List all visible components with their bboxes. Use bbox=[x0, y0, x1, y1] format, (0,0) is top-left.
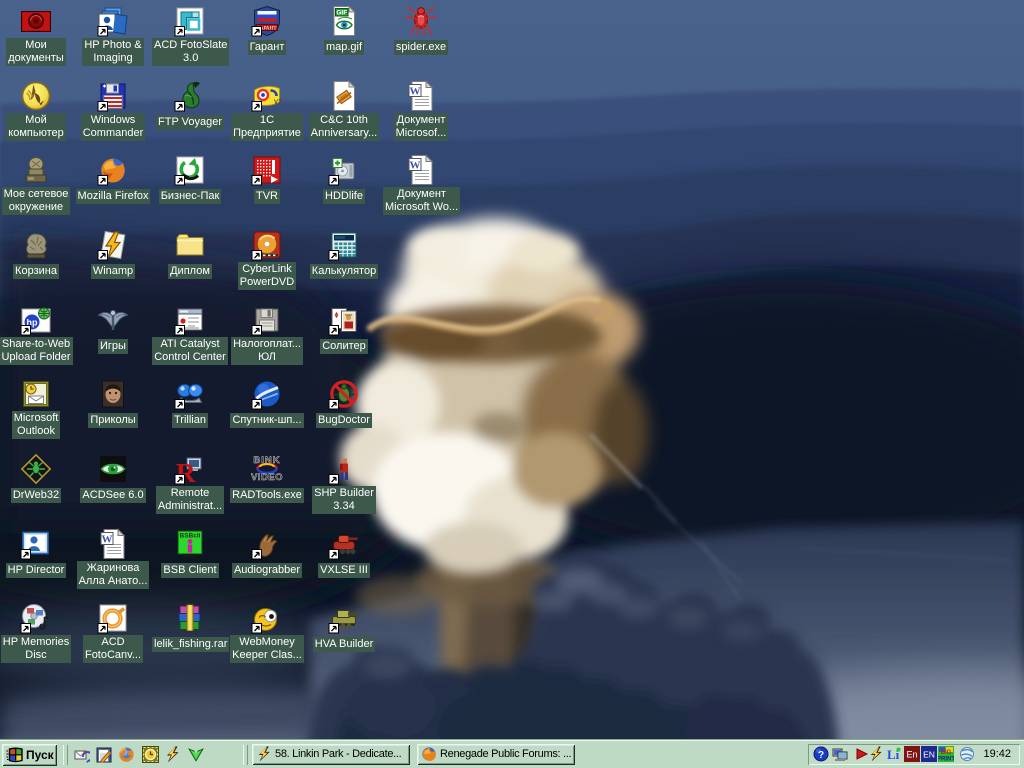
svg-text:V7: V7 bbox=[274, 100, 282, 106]
svg-text:PRINT: PRINT bbox=[938, 757, 954, 763]
svg-text:W: W bbox=[102, 534, 113, 546]
svg-text:VIDEO: VIDEO bbox=[251, 472, 283, 483]
svg-text:BSBcli: BSBcli bbox=[180, 533, 201, 540]
svg-text:EN: EN bbox=[923, 750, 935, 760]
svg-text:GIF: GIF bbox=[336, 10, 347, 17]
svg-text:?: ? bbox=[818, 750, 824, 761]
svg-text:W: W bbox=[410, 160, 421, 172]
svg-text:W: W bbox=[410, 86, 421, 98]
svg-text:BIG: BIG bbox=[941, 750, 952, 756]
svg-text:En: En bbox=[906, 750, 917, 760]
